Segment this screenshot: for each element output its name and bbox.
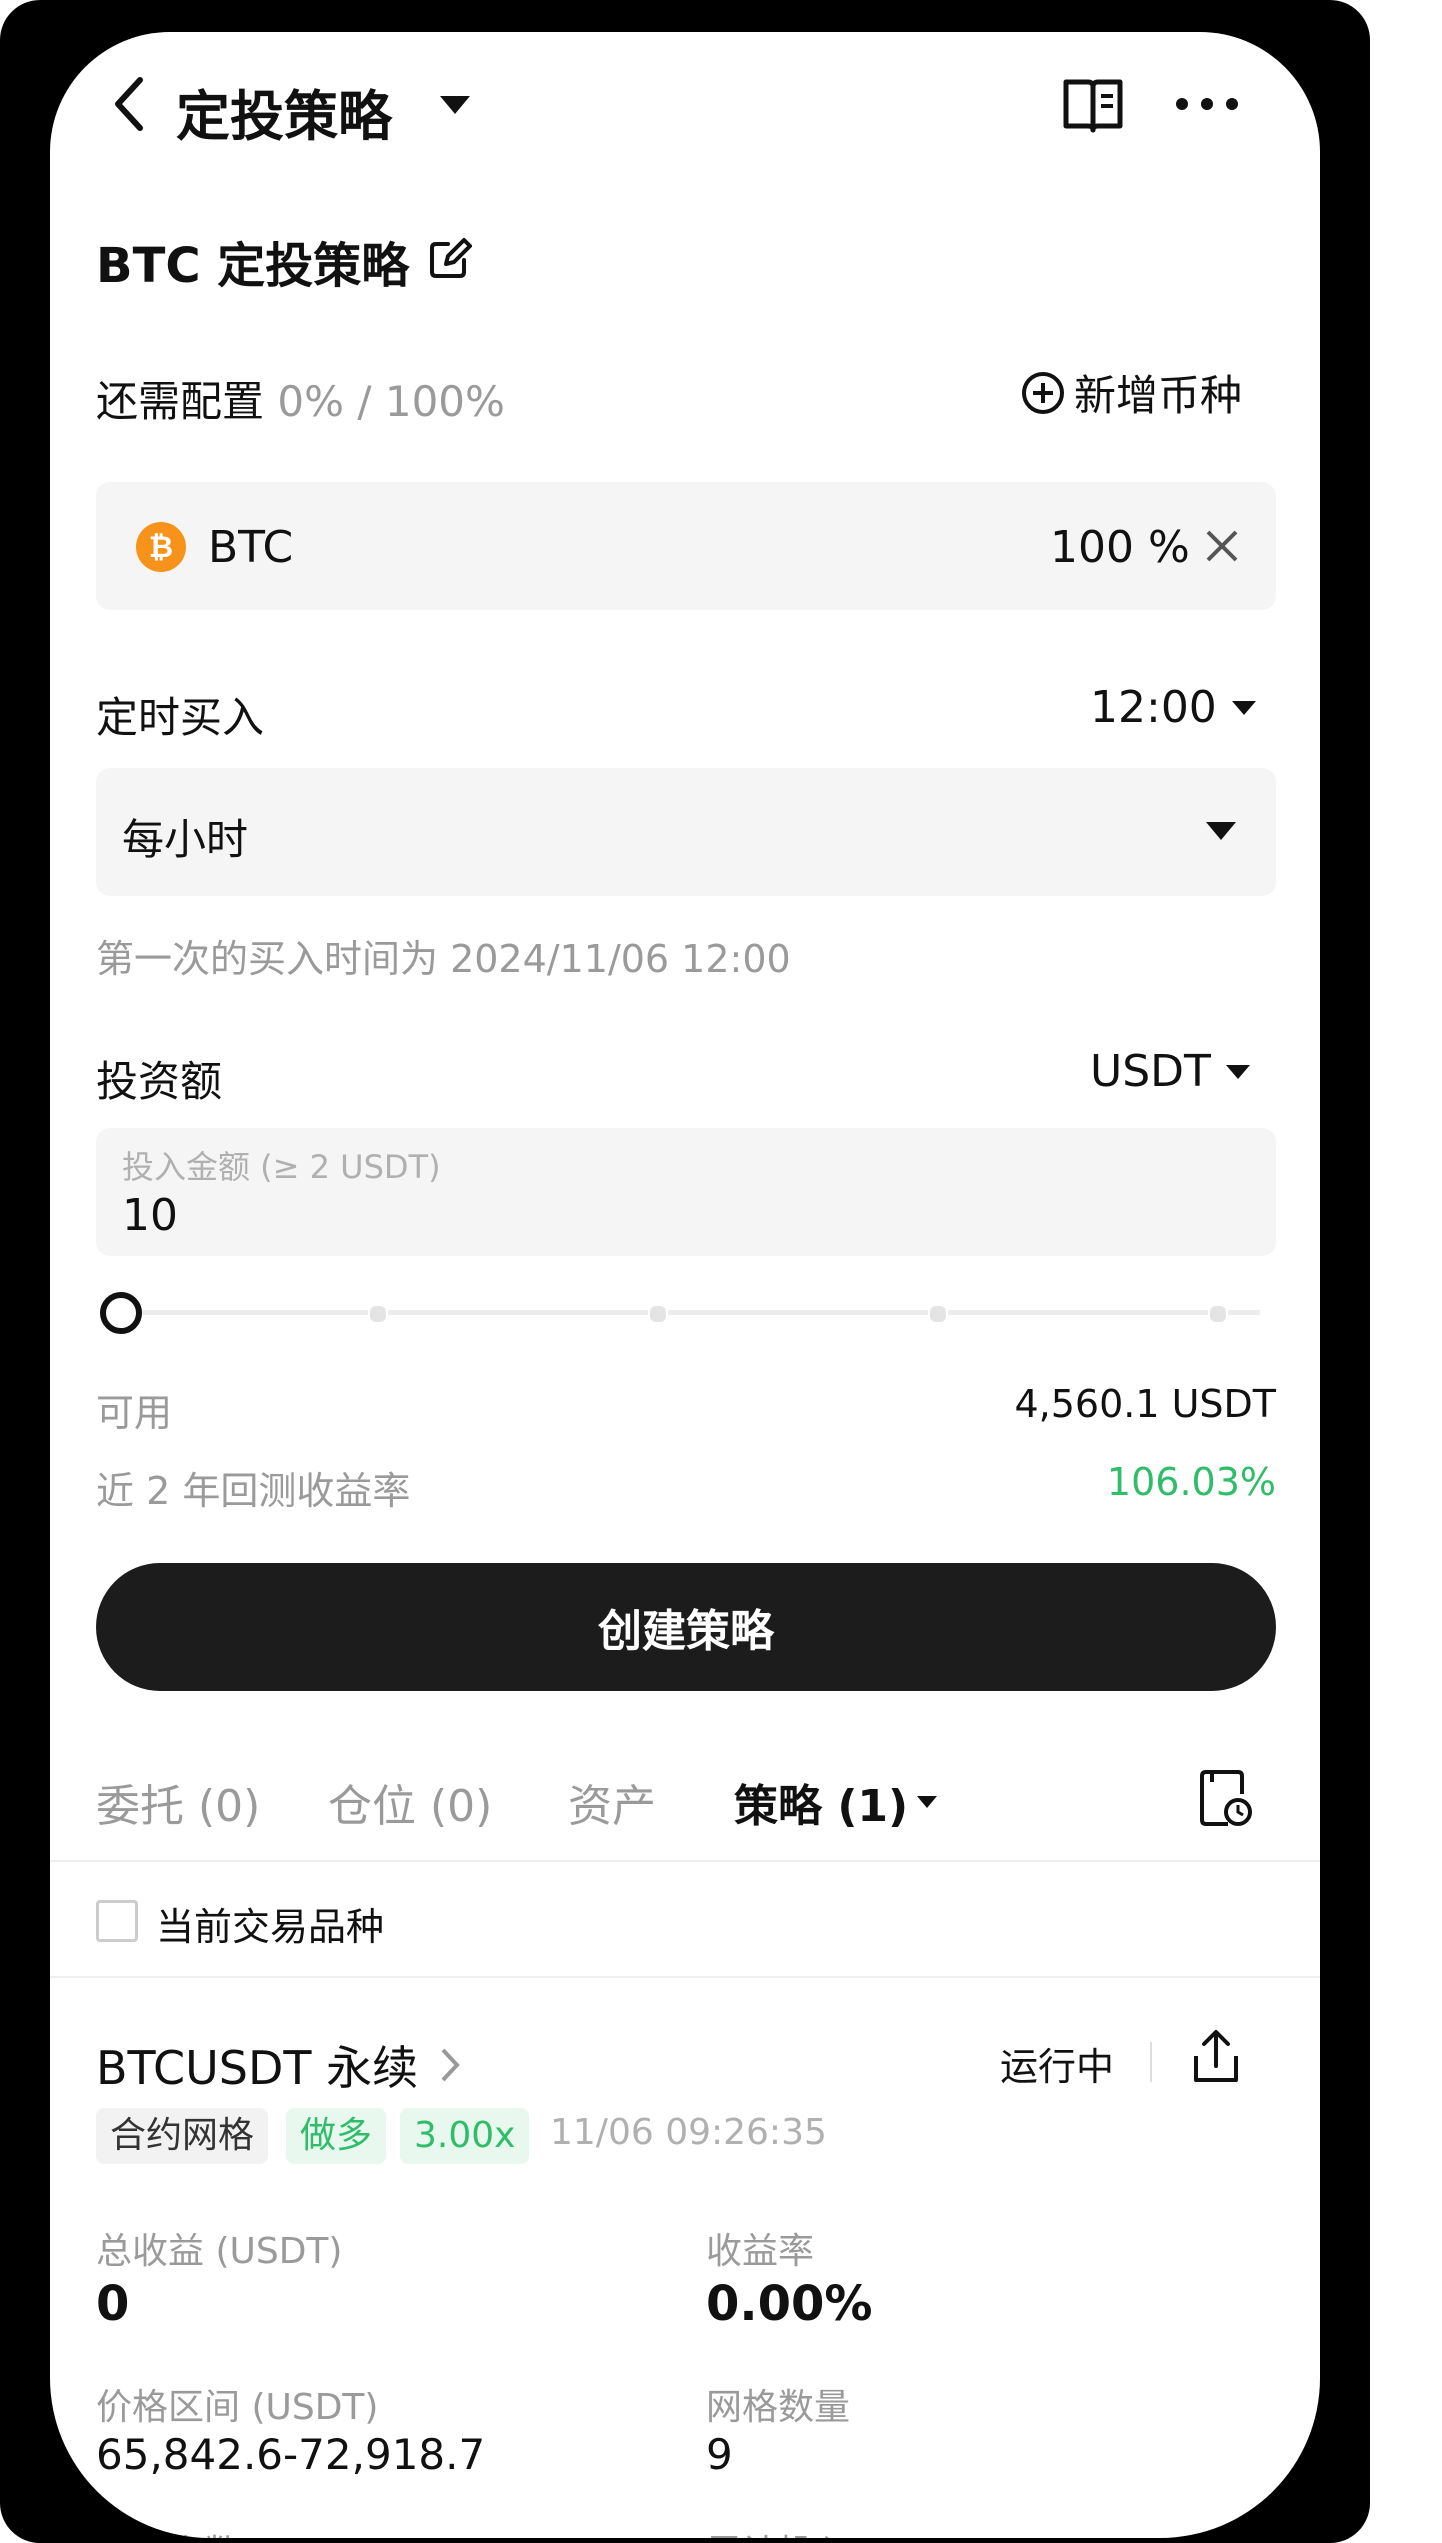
add-coin-label: 新增币种 <box>1074 371 1243 420</box>
amount-input[interactable]: 投入金额 (≥ 2 USDT) 10 <box>96 1128 1276 1256</box>
btc-logo-icon: ₿ <box>136 522 186 572</box>
currency-value: USDT <box>1090 1046 1211 1097</box>
backtest-value: 106.03% <box>1106 1460 1276 1504</box>
amount-value: 10 <box>122 1190 178 1241</box>
tab-assets[interactable]: 资产 <box>568 1770 656 1834</box>
close-icon[interactable] <box>1204 528 1240 564</box>
chevron-down-icon[interactable] <box>438 94 472 116</box>
coin-percent[interactable]: 100 % <box>1050 522 1190 573</box>
tag-contract-grid: 合约网格 <box>96 2108 269 2164</box>
plus-circle-icon <box>1022 371 1064 414</box>
page-title[interactable]: 定投策略 <box>176 72 392 151</box>
schedule-label: 定时买入 <box>96 693 265 742</box>
back-arrow-icon[interactable] <box>110 72 150 136</box>
amount-placeholder: 投入金额 (≥ 2 USDT) <box>122 1148 441 1186</box>
slider-thumb[interactable] <box>100 1292 142 1334</box>
strategy-name: BTC 定投策略 <box>96 238 410 294</box>
coin-row: ₿ BTC 100 % <box>96 482 1276 610</box>
available-label: 可用 <box>96 1391 173 1435</box>
range-label: 价格区间 (USDT) <box>96 2387 379 2428</box>
chevron-down-icon <box>1204 820 1238 842</box>
chevron-right-icon <box>441 2048 460 2082</box>
slider-tick <box>1208 1304 1228 1324</box>
current-pair-checkbox[interactable] <box>96 1900 138 1942</box>
tab-orders[interactable]: 委托 (0) <box>96 1770 260 1834</box>
frequency-value: 每小时 <box>122 815 249 864</box>
chevron-down-icon <box>1225 1064 1250 1079</box>
position-timestamp: 11/06 09:26:35 <box>550 2112 827 2153</box>
range-value: 65,842.6-72,918.7 <box>96 2430 486 2479</box>
yield-value: 0.00% <box>706 2276 873 2332</box>
slider-tick <box>648 1304 668 1324</box>
grid-count-label: 网格数量 <box>706 2387 851 2428</box>
share-icon[interactable] <box>1190 2028 1242 2084</box>
edit-icon[interactable] <box>428 236 472 280</box>
investment-label: 投资额 <box>96 1057 223 1106</box>
add-coin-button[interactable]: 新增币种 <box>1020 362 1242 423</box>
tab-strategies-label: 策略 (1) <box>734 1781 909 1832</box>
yield-label: 收益率 <box>706 2231 815 2272</box>
grid-count-value: 9 <box>706 2430 733 2479</box>
book-icon[interactable] <box>1060 72 1126 138</box>
tab-strategies[interactable]: 策略 (1) <box>734 1770 938 1834</box>
backtest-label: 近 2 年回测收益率 <box>96 1469 411 1513</box>
time-select[interactable]: 12:00 <box>1090 682 1257 733</box>
status-separator <box>1150 2042 1152 2082</box>
frequency-select[interactable]: 每小时 <box>96 768 1276 896</box>
app-screen: 定投策略 BTC 定投策略 还需配置 0% / 100% 新增币种 ₿ BTC <box>50 32 1320 2538</box>
total-profit-label: 总收益 (USDT) <box>96 2231 343 2272</box>
tag-long: 做多 <box>286 2108 387 2164</box>
tab-positions[interactable]: 仓位 (0) <box>328 1770 492 1834</box>
tabs-divider <box>50 1860 1320 1862</box>
slider-tick <box>368 1304 388 1324</box>
status-badge: 运行中 <box>1000 2045 1115 2089</box>
position-symbol-link[interactable]: BTCUSDT 永续 <box>96 2032 460 2098</box>
currency-select[interactable]: USDT <box>1090 1046 1251 1097</box>
slider-track <box>120 1310 1260 1315</box>
current-pair-label: 当前交易品种 <box>156 1905 385 1949</box>
filter-divider <box>50 1976 1320 1978</box>
create-strategy-button[interactable]: 创建策略 <box>96 1563 1276 1691</box>
amount-slider[interactable] <box>96 1288 1276 1336</box>
first-buy-note: 第一次的买入时间为 2024/11/06 12:00 <box>96 937 791 981</box>
tag-leverage: 3.00x <box>400 2108 530 2164</box>
position-symbol: BTCUSDT 永续 <box>96 2041 419 2095</box>
svg-text:₿: ₿ <box>149 530 173 565</box>
chevron-down-icon <box>1231 700 1256 715</box>
time-value: 12:00 <box>1090 682 1217 733</box>
available-value: 4,560.1 USDT <box>1014 1382 1276 1426</box>
slider-tick <box>928 1304 948 1324</box>
total-profit-value: 0 <box>96 2276 130 2332</box>
coin-name: BTC <box>208 522 294 573</box>
chevron-down-icon <box>917 1796 938 1808</box>
arbitrage-count-label: 套利次数 <box>96 2524 240 2538</box>
more-icon[interactable] <box>1174 96 1240 112</box>
allocation-value: 0% / 100% <box>277 377 505 426</box>
order-history-icon[interactable] <box>1198 1768 1254 1828</box>
allocation-label: 还需配置 <box>96 377 265 426</box>
cumulative-invested-label: 累计投入 (USDT) <box>706 2524 988 2538</box>
